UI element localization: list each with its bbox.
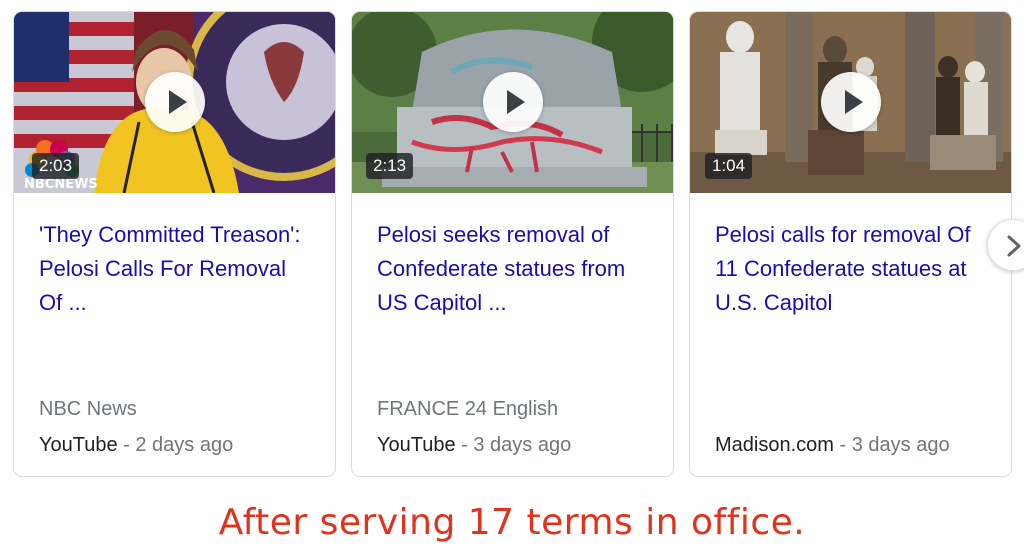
image-caption: After serving 17 terms in office. <box>218 502 806 543</box>
channel-name: NBC News <box>39 398 137 420</box>
play-button-icon[interactable] <box>144 72 205 132</box>
video-title-link[interactable]: 'They Committed Treason': Pelosi Calls F… <box>39 218 309 320</box>
upload-age: 2 days ago <box>135 434 234 456</box>
source-name: Madison.com <box>715 434 834 456</box>
channel-name: FRANCE 24 English <box>377 398 559 420</box>
video-card[interactable]: 2:13 Pelosi seeks removal of Confederate… <box>351 11 674 477</box>
upload-age: 3 days ago <box>851 434 950 456</box>
watermark-text: NBCNEWS <box>24 177 98 192</box>
source-name: YouTube <box>39 434 118 456</box>
video-title-link[interactable]: Pelosi seeks removal of Confederate stat… <box>377 218 647 320</box>
upload-age: 3 days ago <box>473 434 572 456</box>
video-duration: 2:13 <box>366 153 414 179</box>
video-duration: 2:03 <box>32 153 80 179</box>
video-thumbnail[interactable]: NBCNEWS 2:03 <box>14 12 335 193</box>
meta-separator: - <box>455 434 474 456</box>
meta-separator: - <box>117 434 136 456</box>
chevron-right-icon <box>1007 235 1021 257</box>
video-card[interactable]: 1:04 Pelosi calls for removal Of 11 Conf… <box>689 11 1012 477</box>
video-duration: 1:04 <box>705 153 753 179</box>
video-thumbnail[interactable]: 2:13 <box>352 12 673 193</box>
source-name: YouTube <box>377 434 456 456</box>
video-thumbnail[interactable]: 1:04 <box>690 12 1011 193</box>
play-button-icon[interactable] <box>482 72 543 132</box>
video-meta: Madison.com - 3 days ago <box>715 432 950 458</box>
video-card[interactable]: NBCNEWS 2:03 'They Committed Treason': P… <box>13 11 336 477</box>
meta-separator: - <box>833 434 852 456</box>
video-title-link[interactable]: Pelosi calls for removal Of 11 Confedera… <box>715 218 985 320</box>
video-meta: YouTube - 3 days ago <box>377 432 571 458</box>
play-button-icon[interactable] <box>820 72 881 132</box>
video-meta: YouTube - 2 days ago <box>39 432 233 458</box>
